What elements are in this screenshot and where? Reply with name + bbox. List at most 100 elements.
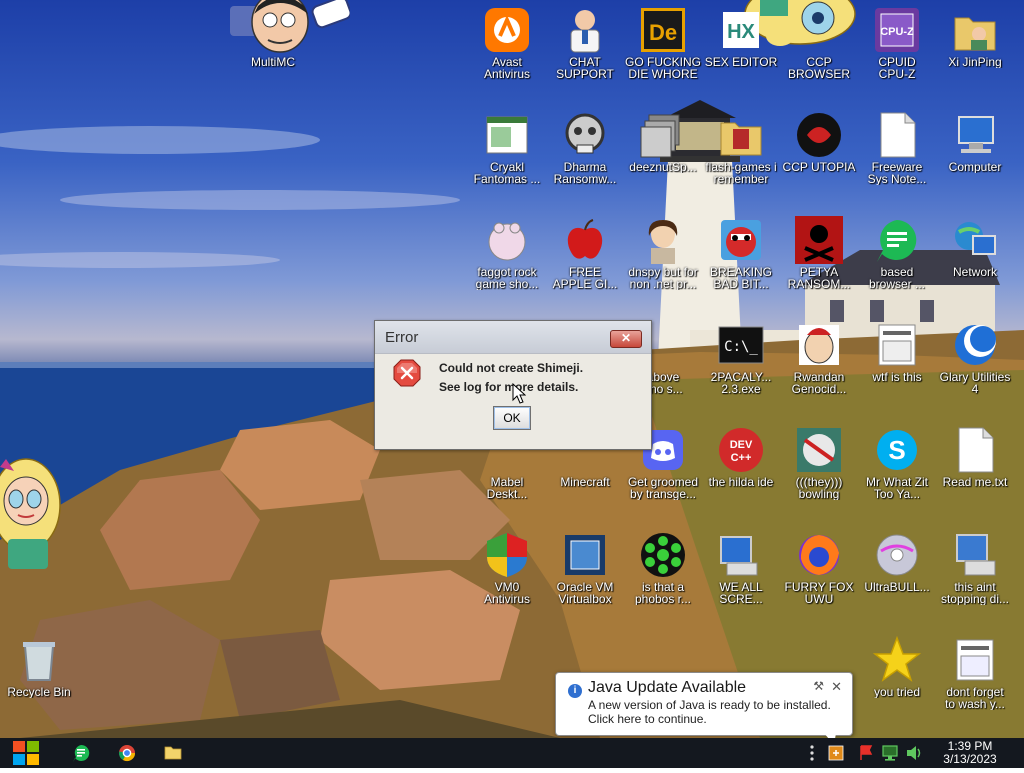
freeware-icon (873, 111, 921, 159)
desktop-icon-freeware[interactable]: Freeware Sys Note... (858, 111, 936, 185)
taskbar-clock[interactable]: 1:39 PM 3/13/2023 (930, 740, 1010, 766)
desktop-icon-thisaint[interactable]: this aint stopping di... (936, 531, 1014, 605)
desktop-icon-ccpbrowser[interactable]: CCP BROWSER (780, 6, 858, 80)
desktop-icon-phobos[interactable]: is that a phobos r... (624, 531, 702, 605)
desktop-icon-mrwhat[interactable]: S Mr What Zit Too Ya... (858, 426, 936, 500)
notification-line1: A new version of Java is ready to be ins… (588, 698, 831, 712)
desktop-icon-dnspy[interactable]: dnspy but for non .net pr... (624, 216, 702, 290)
based-icon (873, 216, 921, 264)
desktop-icon-gofucking[interactable]: De GO FUCKING DIE WHORE (624, 6, 702, 80)
svg-text:CPU-Z: CPU-Z (880, 26, 914, 38)
desktop-icon-avast[interactable]: Avast Antivirus (468, 6, 546, 80)
desktop-icon-multimc[interactable]: MultiMC (234, 6, 312, 68)
desktop-icon-label: Mabel Deskt... (486, 476, 528, 500)
desktop-icon-label: Minecraft (560, 476, 610, 488)
desktop-icon-label: Rwandan Genocid... (791, 371, 847, 395)
desktop-icon-cryakl[interactable]: Cryakl Fantomas ... (468, 111, 546, 185)
java-update-icon (828, 745, 844, 761)
weall-icon (717, 531, 765, 579)
tray-java-update[interactable] (826, 738, 846, 768)
desktop-icon-glary[interactable]: Glary Utilities 4 (936, 321, 1014, 395)
desktop-icon-wtf[interactable]: wtf is this (858, 321, 936, 383)
desktop-icon-label: Xi JinPing (948, 56, 1002, 68)
desktop-icon-computer[interactable]: Computer (936, 111, 1014, 173)
hilda-icon: DEV C++ (717, 426, 765, 474)
desktop-icon-label: this aint stopping di... (940, 581, 1010, 605)
desktop-icon-xijinping[interactable]: Xi JinPing (936, 6, 1014, 68)
desktop-icon-recycle[interactable]: Recycle Bin (0, 636, 78, 698)
mouse-cursor-icon (512, 383, 526, 404)
desktop-icon-label: CCP UTOPIA (782, 161, 856, 173)
desktop-icon-oraclevm[interactable]: Oracle VM Virtualbox (546, 531, 624, 605)
desktop-icon-label: WE ALL SCRE... (719, 581, 763, 605)
desktop-icon-weall[interactable]: WE ALL SCRE... (702, 531, 780, 605)
breaking-icon (717, 216, 765, 264)
desktop-icon-label: UltraBULL... (864, 581, 930, 593)
desktop-icon-bowling[interactable]: (((they))) bowling (780, 426, 858, 500)
desktop-icon-2pacaly[interactable]: C:\_ 2PACALY... 2.3.exe (702, 321, 780, 395)
dialog-titlebar[interactable]: Error ✕ (375, 321, 651, 354)
dharma-icon (561, 111, 609, 159)
desktop-icon-label: VM0 Antivirus (483, 581, 530, 605)
tray-action-center[interactable] (856, 738, 876, 768)
java-update-notification[interactable]: i Java Update Available ⚒ ✕ A new versio… (555, 672, 853, 745)
desktop-icon-sexeditor[interactable]: HX SEX EDITOR (702, 6, 780, 68)
desktop-icon-flashgames[interactable]: flash-games i remember (702, 111, 780, 185)
desktop-icon-label: Get groomed by transge... (627, 476, 699, 500)
desktop-icon-label: the hilda ide (708, 476, 774, 488)
desktop-icon-rwandan[interactable]: Rwandan Genocid... (780, 321, 858, 395)
sexeditor-icon: HX (717, 6, 765, 54)
notification-close-icon[interactable]: ✕ (831, 679, 842, 695)
recycle-icon (15, 636, 63, 684)
network-icon (882, 745, 898, 761)
tray-network[interactable] (880, 738, 900, 768)
desktop-icon-chat[interactable]: CHAT SUPPORT (546, 6, 624, 80)
options-icon[interactable]: ⚒ (813, 679, 824, 693)
start-button[interactable] (8, 738, 44, 768)
more-dots-icon (810, 745, 814, 761)
desktop-icon-freeapple[interactable]: FREE APPLE GI... (546, 216, 624, 290)
tray-overflow-button[interactable] (806, 738, 818, 768)
desktop-icon-breaking[interactable]: BREAKING BAD BIT... (702, 216, 780, 290)
rwandan-icon (795, 321, 843, 369)
desktop-icon-cpuz[interactable]: CPU-Z CPUID CPU-Z (858, 6, 936, 80)
desktop-icon-label: based browser ... (868, 266, 925, 290)
tray-volume[interactable] (904, 738, 924, 768)
taskbar-app-chrome[interactable] (114, 738, 140, 768)
desktop-icon-label: FREE APPLE GI... (552, 266, 618, 290)
desktop-icon-label: Oracle VM Virtualbox (556, 581, 614, 605)
desktop-icon-dharma[interactable]: Dharma Ransomw... (546, 111, 624, 185)
taskbar-app-based-browser[interactable] (68, 738, 94, 768)
desktop-icon-faggot[interactable]: faggot rock game sho... (468, 216, 546, 290)
taskbar: 1:39 PM 3/13/2023 (0, 738, 1024, 768)
desktop-icon-based[interactable]: based browser ... (858, 216, 936, 290)
desktop-icon-label: CHAT SUPPORT (556, 56, 614, 80)
desktop-icon-network[interactable]: Network (936, 216, 1014, 278)
mrwhat-icon: S (873, 426, 921, 474)
desktop-icon-vm0[interactable]: VM0 Antivirus (468, 531, 546, 605)
desktop-icon-furryfox[interactable]: FURRY FOX UWU (780, 531, 858, 605)
taskbar-app-file-explorer[interactable] (160, 738, 186, 768)
ok-button[interactable]: OK (493, 406, 531, 430)
close-icon: ✕ (620, 331, 632, 345)
desktop-icon-petya[interactable]: PETYA RANSOM... (780, 216, 858, 290)
ccputopia-icon (795, 111, 843, 159)
svg-text:HX: HX (727, 21, 755, 43)
desktop-icon-label: 2PACALY... 2.3.exe (710, 371, 772, 395)
desktop-icon-hilda[interactable]: DEV C++ the hilda ide (702, 426, 780, 488)
svg-text:DEV: DEV (730, 439, 753, 451)
desktop-icon-ultrabull[interactable]: UltraBULL... (858, 531, 936, 593)
desktop-icon-deeznut[interactable]: deeznutSp... (624, 111, 702, 173)
freeapple-icon (561, 216, 609, 264)
desktop-icon-youtried[interactable]: you tried (858, 635, 936, 698)
desktop-icon-readme[interactable]: Read me.txt (936, 426, 1014, 488)
notification-line2[interactable]: Click here to continue. (588, 712, 707, 726)
desktop-icon-label: PETYA RANSOM... (787, 266, 851, 290)
desktop-icon-dontforget[interactable]: dont forget to wash y... (936, 636, 1014, 710)
shimeji-character-star-left[interactable] (0, 455, 62, 575)
youtried-icon (872, 635, 922, 684)
dialog-close-button[interactable]: ✕ (610, 330, 642, 348)
desktop-icon-ccputopia[interactable]: CCP UTOPIA (780, 111, 858, 173)
svg-text:C++: C++ (731, 452, 752, 464)
desktop-icon-label: dnspy but for non .net pr... (628, 266, 698, 290)
